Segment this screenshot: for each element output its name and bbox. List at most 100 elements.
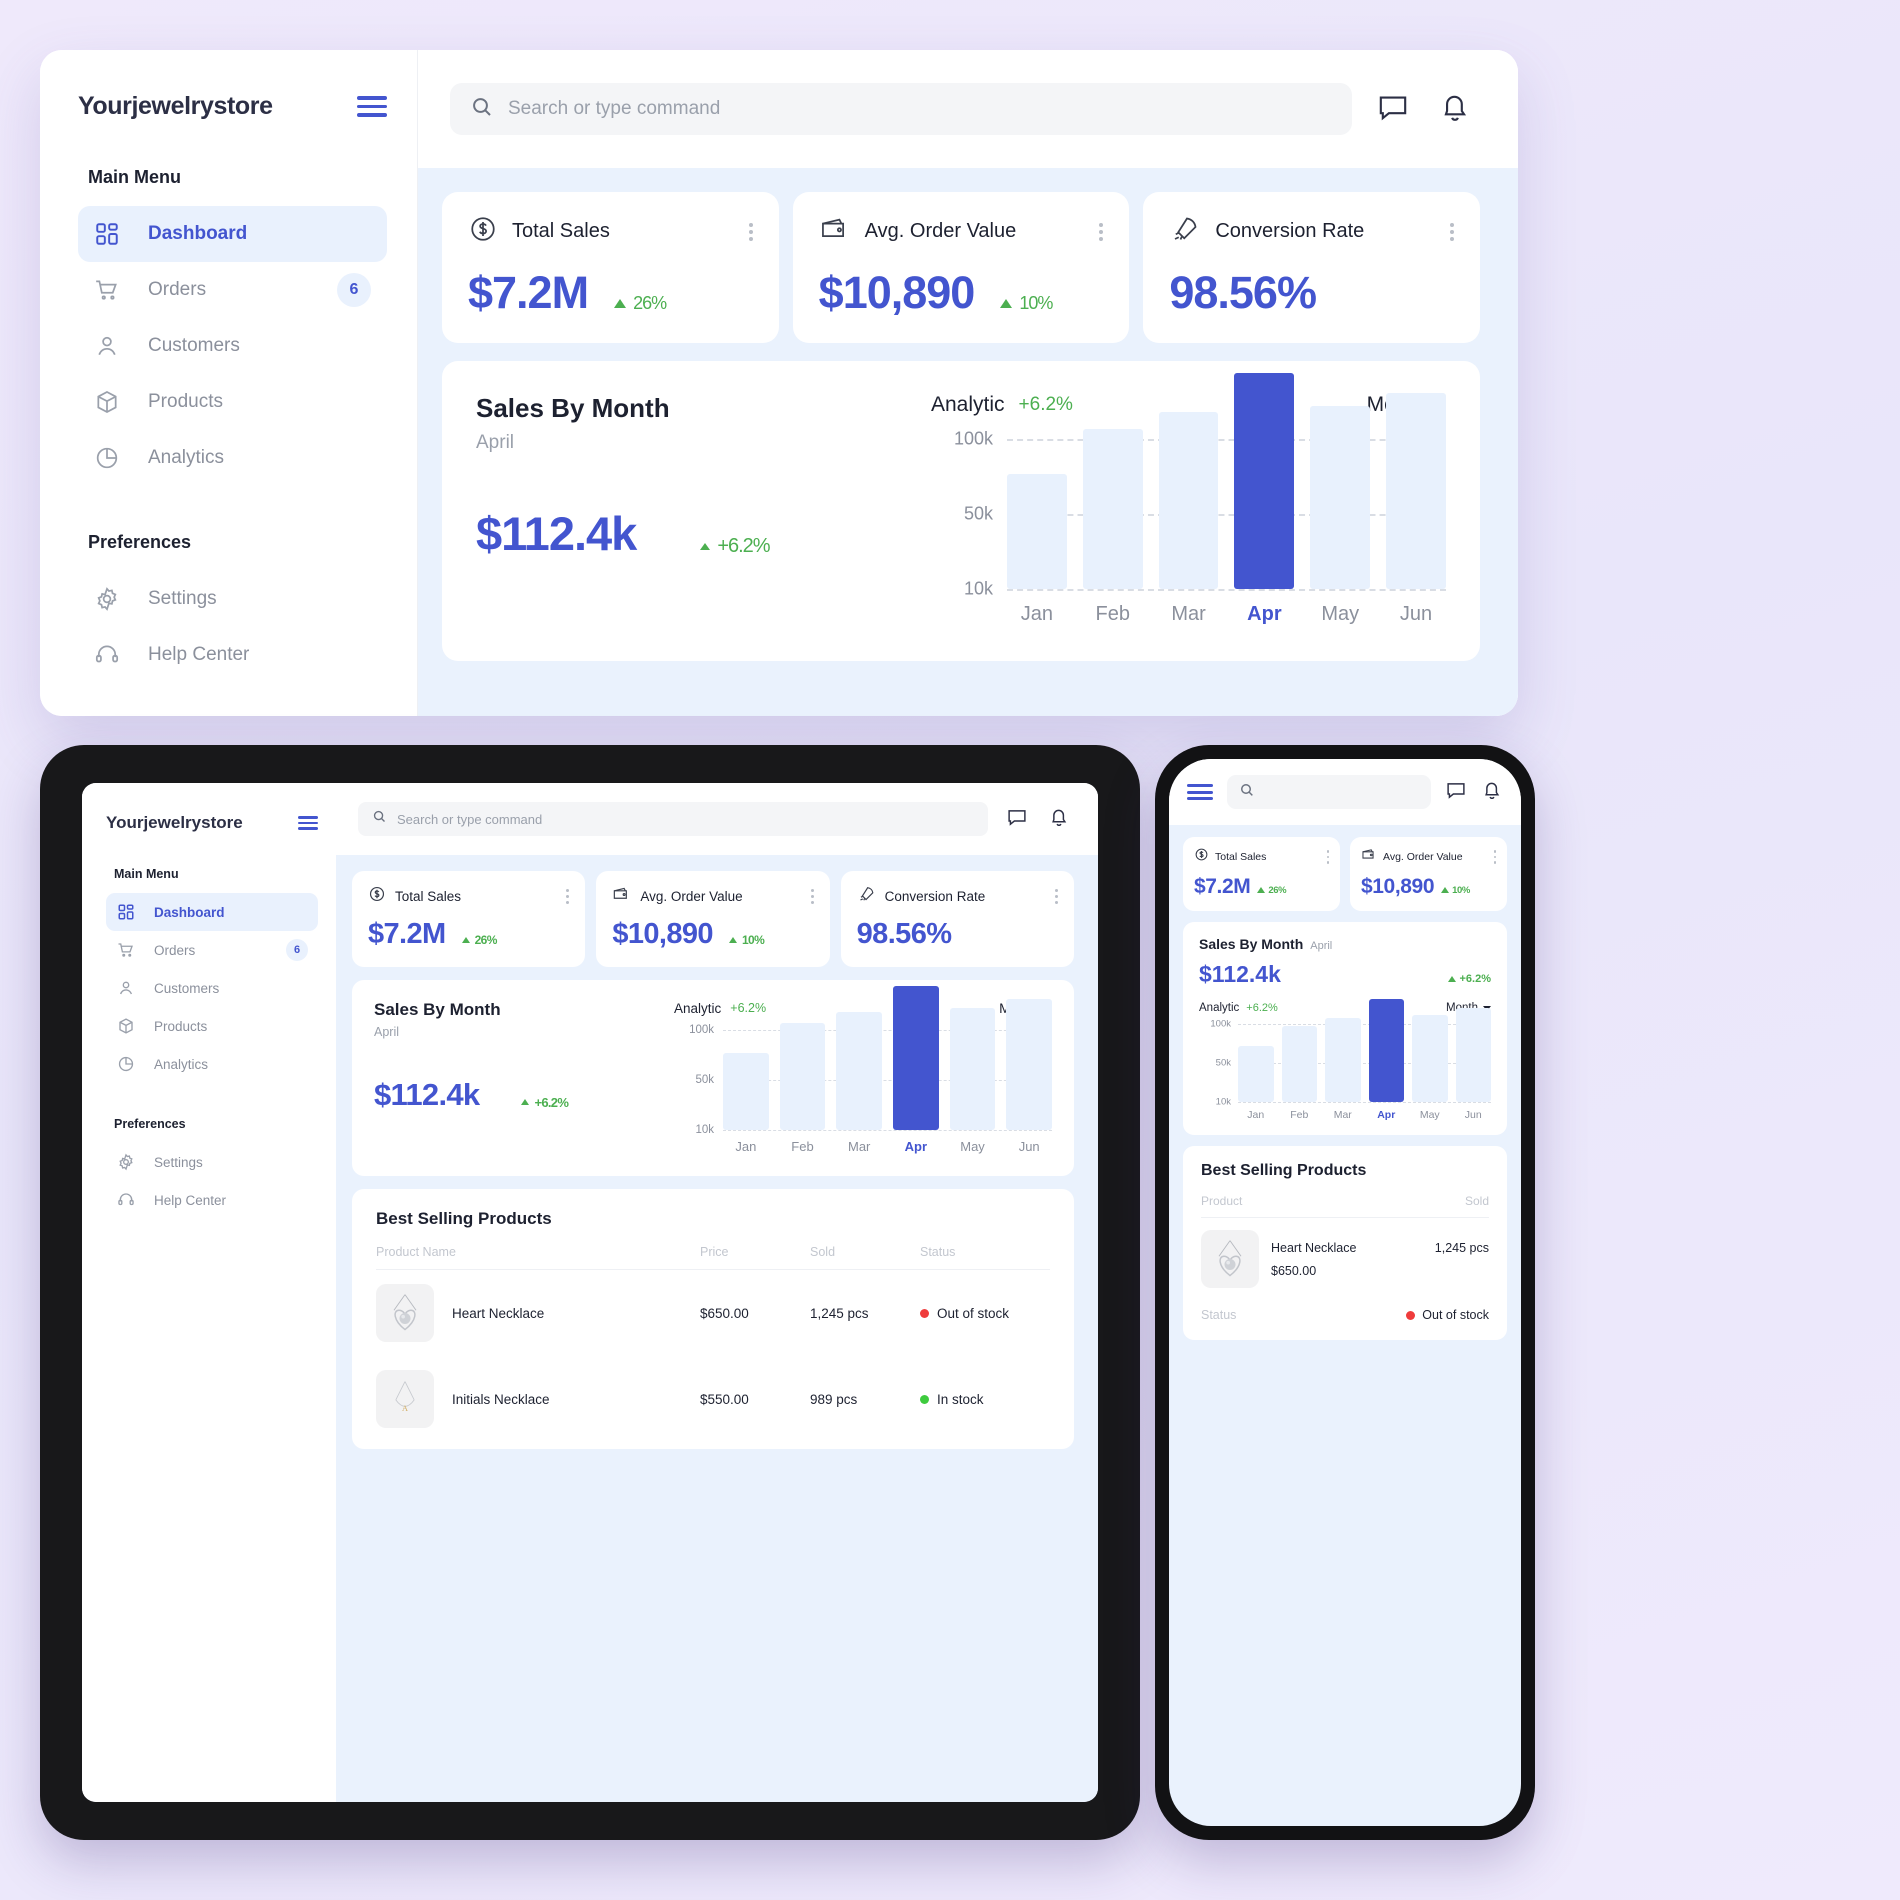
sidebar-item-label: Settings — [148, 588, 217, 609]
y-tick: 100k — [953, 428, 993, 449]
kebab-menu-icon[interactable] — [810, 889, 814, 904]
sidebar-item-dashboard[interactable]: Dashboard — [78, 206, 387, 262]
sidebar-item-products[interactable]: Products — [78, 374, 387, 430]
chat-icon[interactable] — [1006, 806, 1028, 833]
bar-feb[interactable] — [1281, 1025, 1317, 1102]
x-axis-labels: Jan Feb Mar Apr May Jun — [674, 1139, 1052, 1154]
sidebar-item-dashboard[interactable]: Dashboard — [106, 893, 318, 931]
product-price: $650.00 — [700, 1305, 749, 1321]
chart-title: Sales By Month — [476, 393, 670, 423]
analytic-label: Analytic — [1199, 1002, 1240, 1014]
user-icon — [114, 977, 137, 1000]
x-tick: Apr — [1377, 1109, 1396, 1121]
bar-may[interactable] — [1310, 406, 1371, 589]
bar-may[interactable] — [1412, 1014, 1448, 1102]
x-tick: Apr — [1247, 603, 1282, 625]
bar-mar[interactable] — [836, 1012, 883, 1130]
column-header-status: Status — [920, 1245, 956, 1259]
list-item[interactable]: Heart Necklace 1,245 pcs $650.00 — [1201, 1218, 1489, 1294]
table-row[interactable]: A Initials Necklace $550.00 989 pcs In s… — [376, 1356, 1050, 1442]
kebab-menu-icon[interactable] — [1099, 222, 1104, 241]
bar-jan[interactable] — [1238, 1045, 1274, 1102]
x-tick: Feb — [791, 1139, 814, 1154]
bar-jan[interactable] — [723, 1053, 769, 1130]
chat-icon[interactable] — [1376, 90, 1410, 129]
bell-icon[interactable] — [1048, 806, 1070, 833]
kebab-menu-icon[interactable] — [1493, 850, 1496, 864]
kpi-value: $10,890 — [818, 267, 976, 318]
sidebar-item-settings[interactable]: Settings — [78, 571, 387, 627]
x-tick: Feb — [1290, 1109, 1309, 1121]
shopping-cart-icon — [114, 939, 137, 962]
sidebar-item-analytics[interactable]: Analytics — [78, 430, 387, 486]
sidebar-section-main: Main Menu — [88, 167, 181, 187]
sidebar-item-settings[interactable]: Settings — [106, 1143, 318, 1181]
analytic-label: Analytic — [931, 393, 1005, 416]
bar-jun[interactable] — [1455, 1008, 1491, 1102]
desktop-sidebar: Yourjewelrystore Main Menu Dashboard Ord… — [40, 50, 418, 716]
status-dot-icon — [920, 1394, 929, 1404]
table-row[interactable]: Heart Necklace $650.00 1,245 pcs Out of … — [376, 1270, 1050, 1356]
kpi-row: Total Sales $7.2M 26% Avg. Order Value $… — [1183, 837, 1507, 911]
bar-jan[interactable] — [1007, 473, 1067, 589]
sales-value: $112.4k — [476, 507, 637, 560]
sidebar-item-products[interactable]: Products — [106, 1007, 318, 1045]
up-arrow-icon — [1257, 887, 1266, 893]
up-arrow-icon — [461, 937, 470, 943]
x-axis-labels: Jan Feb Mar Apr May Jun — [931, 603, 1446, 626]
y-tick: 10k — [695, 1124, 714, 1136]
product-sold: 1,245 pcs — [810, 1305, 869, 1321]
sidebar-item-analytics[interactable]: Analytics — [106, 1045, 318, 1083]
kpi-title: Avg. Order Value — [1383, 851, 1463, 863]
bar-may[interactable] — [949, 1008, 996, 1130]
bar-feb[interactable] — [1082, 428, 1143, 589]
x-tick: May — [1321, 603, 1360, 625]
sidebar-item-customers[interactable]: Customers — [106, 969, 318, 1007]
up-arrow-icon — [521, 1099, 530, 1105]
bar-jun[interactable] — [1386, 392, 1446, 589]
kebab-menu-icon[interactable] — [1326, 850, 1329, 864]
gear-icon — [114, 1151, 137, 1174]
chart-subtitle: April — [1310, 940, 1333, 952]
sidebar-item-help-center[interactable]: Help Center — [106, 1181, 318, 1219]
search-input[interactable]: Search or type command — [450, 83, 1352, 135]
hamburger-icon[interactable] — [1187, 784, 1213, 800]
bell-icon[interactable] — [1481, 779, 1503, 806]
x-tick: Mar — [1171, 603, 1206, 625]
brand-name: Yourjewelrystore — [78, 92, 273, 120]
status-dot-icon — [920, 1308, 929, 1318]
search-input[interactable] — [1227, 775, 1431, 809]
bar-mar[interactable] — [1325, 1017, 1361, 1102]
kpi-delta: 10% — [728, 933, 765, 947]
bar-apr[interactable] — [1368, 999, 1404, 1102]
sidebar-item-help-center[interactable]: Help Center — [78, 627, 387, 683]
kpi-value: $10,890 — [612, 918, 713, 950]
kpi-row: Total Sales $7.2M 26% Avg. Order Value $… — [442, 192, 1481, 343]
x-tick: Jun — [1018, 1139, 1040, 1154]
bar-jun[interactable] — [1006, 999, 1053, 1130]
kebab-menu-icon[interactable] — [1054, 889, 1058, 904]
kebab-menu-icon[interactable] — [1450, 222, 1455, 241]
hamburger-icon[interactable] — [357, 96, 387, 117]
bar-feb[interactable] — [779, 1023, 826, 1130]
bar-mar[interactable] — [1158, 412, 1219, 589]
status-badge: Out of stock — [1406, 1308, 1489, 1322]
hamburger-icon[interactable] — [298, 816, 318, 830]
kebab-menu-icon[interactable] — [748, 222, 753, 241]
bar-apr[interactable] — [1234, 373, 1295, 589]
bar-apr[interactable] — [893, 986, 939, 1130]
kpi-card-total-sales: Total Sales $7.2M 26% — [1183, 837, 1340, 911]
x-tick: Jun — [1399, 603, 1433, 625]
status-dot-icon — [1406, 1310, 1416, 1320]
sidebar-item-customers[interactable]: Customers — [78, 318, 387, 374]
sidebar-item-orders[interactable]: Orders 6 — [106, 931, 318, 969]
chat-icon[interactable] — [1445, 779, 1467, 806]
wallet-icon — [612, 885, 631, 908]
analytic-delta: +6.2% — [730, 1001, 767, 1015]
bell-icon[interactable] — [1438, 90, 1472, 129]
search-input[interactable]: Search or type command — [358, 802, 988, 836]
sidebar-item-orders[interactable]: Orders 6 — [78, 262, 387, 318]
kpi-title: Avg. Order Value — [640, 889, 743, 904]
best-selling-products-card: Best Selling Products Product Name Price… — [352, 1189, 1074, 1449]
kebab-menu-icon[interactable] — [566, 889, 570, 904]
